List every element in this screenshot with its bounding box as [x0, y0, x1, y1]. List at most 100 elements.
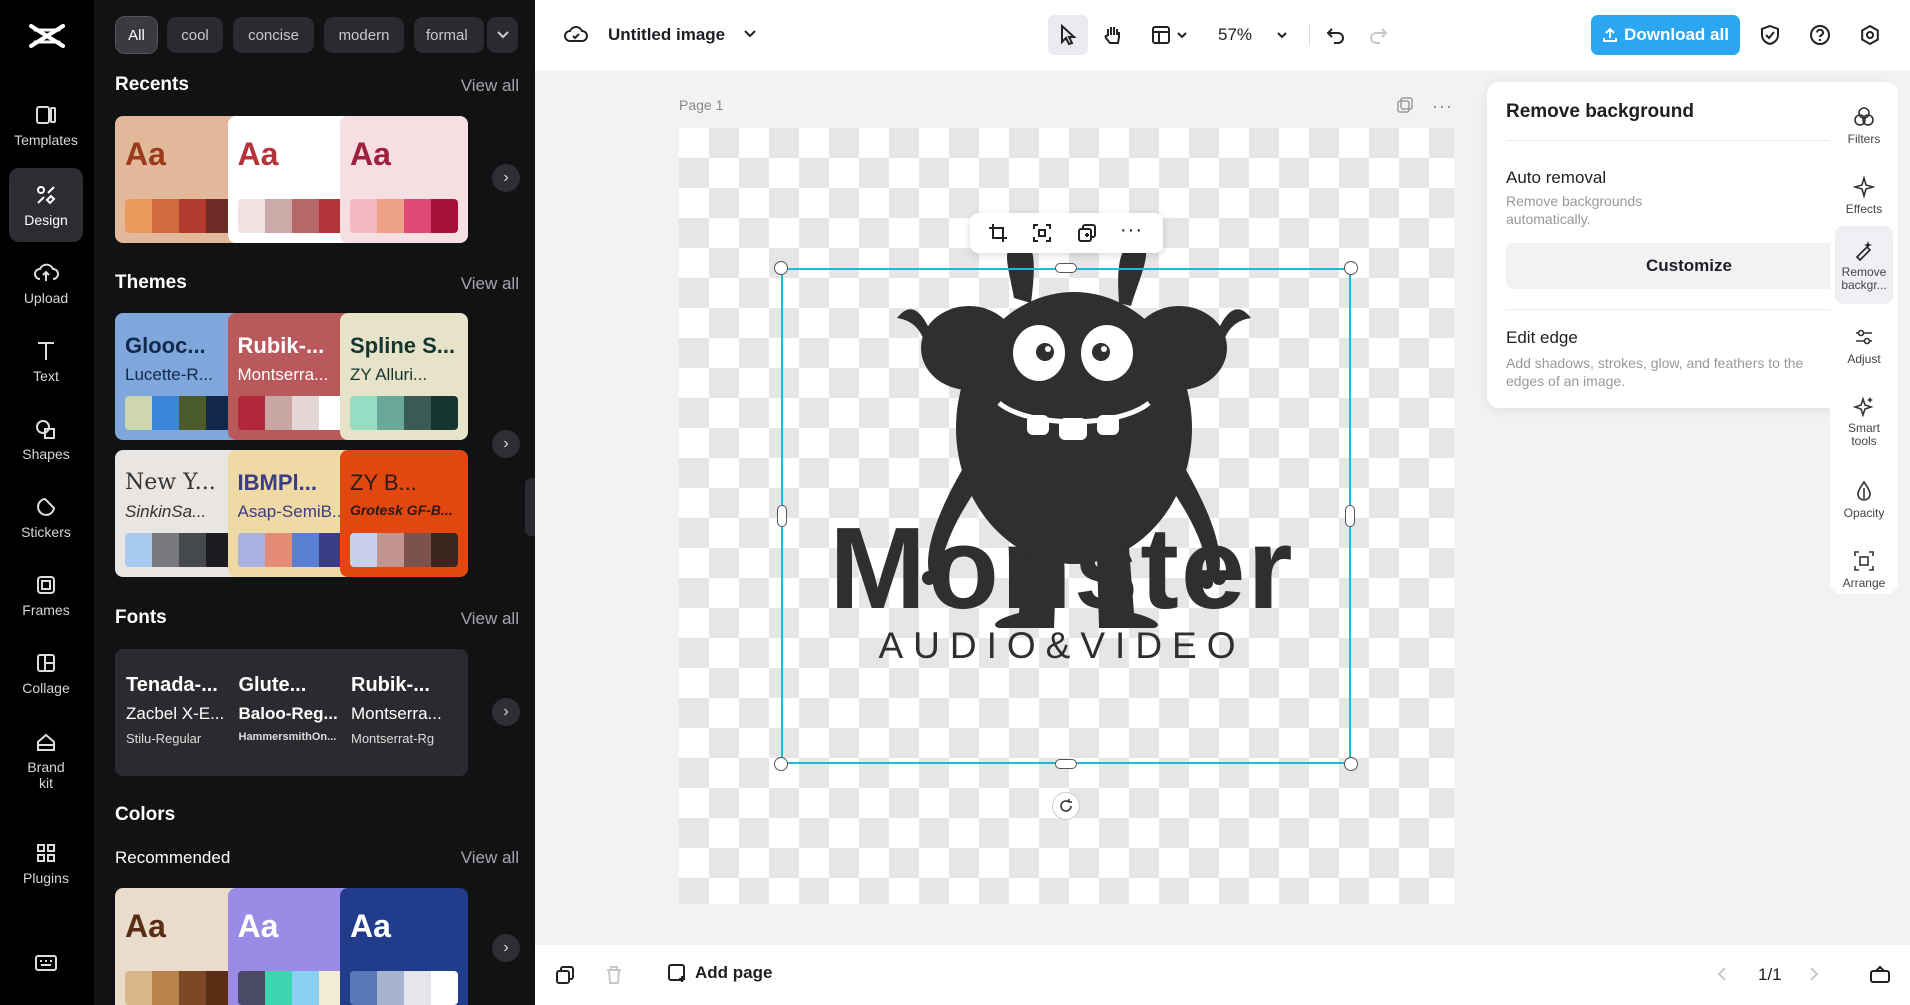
- tool-remove-background[interactable]: Remove backgr...: [1835, 226, 1893, 304]
- crop-icon[interactable]: [988, 223, 1008, 243]
- themes-next-button[interactable]: ›: [492, 430, 520, 458]
- tool-adjust[interactable]: Adjust: [1835, 312, 1893, 380]
- tool-arrange[interactable]: Arrange: [1835, 536, 1893, 604]
- theme-card[interactable]: ZY B... Grotesk GF-B...: [340, 450, 468, 577]
- rail-item-plugins[interactable]: Plugins: [9, 826, 83, 900]
- page-more-icon[interactable]: ···: [1432, 96, 1453, 117]
- rotate-handle[interactable]: [1052, 792, 1080, 820]
- rail-item-frames[interactable]: Frames: [9, 558, 83, 632]
- design-panel: All cool concise modern formal Recents V…: [94, 0, 535, 1005]
- filter-chip-all[interactable]: All: [115, 16, 158, 54]
- prev-page-icon[interactable]: [1716, 966, 1728, 982]
- capcut-logo-icon[interactable]: [27, 20, 67, 52]
- resize-handle-top-left[interactable]: [774, 261, 788, 275]
- theme-card[interactable]: New Y... SinkinSa...: [115, 450, 243, 577]
- fonts-view-all[interactable]: View all: [461, 609, 519, 629]
- selection-box[interactable]: [781, 268, 1351, 764]
- hand-tool-button[interactable]: [1093, 15, 1133, 55]
- customize-button[interactable]: Customize: [1506, 243, 1872, 289]
- style-card[interactable]: Aa: [115, 116, 243, 243]
- rail-item-brand-kit[interactable]: Brand kit: [9, 718, 83, 802]
- resize-handle-top[interactable]: [1055, 263, 1077, 273]
- add-frame-icon[interactable]: [555, 965, 575, 985]
- recents-view-all[interactable]: View all: [461, 76, 519, 96]
- filter-chip-modern[interactable]: modern: [324, 17, 404, 53]
- keyboard-shortcuts-icon[interactable]: [34, 953, 58, 973]
- document-title[interactable]: Untitled image: [608, 25, 725, 45]
- redo-button[interactable]: [1360, 15, 1396, 55]
- rail-item-upload[interactable]: Upload: [9, 246, 83, 320]
- pages-panel-icon[interactable]: [1869, 964, 1891, 984]
- theme-card[interactable]: Rubik-... Montserra...: [227, 313, 356, 440]
- resize-handle-top-right[interactable]: [1344, 261, 1358, 275]
- rail-label: Plugins: [23, 869, 69, 886]
- color-swatches: [350, 971, 458, 1005]
- theme-card[interactable]: Spline S... ZY Alluri...: [340, 313, 468, 440]
- colors-next-button[interactable]: ›: [492, 934, 520, 962]
- tool-filters[interactable]: Filters: [1835, 92, 1893, 160]
- recents-next-button[interactable]: ›: [492, 164, 520, 192]
- rail-item-text[interactable]: Text: [9, 324, 83, 398]
- undo-button[interactable]: [1318, 15, 1354, 55]
- style-card[interactable]: Aa: [115, 888, 243, 1005]
- security-button[interactable]: [1752, 15, 1788, 55]
- rail-item-shapes[interactable]: Shapes: [9, 402, 83, 476]
- download-all-button[interactable]: Download all: [1591, 15, 1740, 55]
- filter-chip-concise[interactable]: concise: [233, 17, 314, 53]
- style-card[interactable]: Aa: [340, 116, 468, 243]
- rail-item-stickers[interactable]: Stickers: [9, 480, 83, 554]
- rail-item-design[interactable]: Design: [9, 168, 83, 242]
- color-swatch: [291, 396, 319, 430]
- settings-button[interactable]: [1852, 15, 1888, 55]
- duplicate-icon[interactable]: [1077, 223, 1097, 243]
- rail-item-templates[interactable]: Templates: [9, 88, 83, 162]
- cloud-save-icon[interactable]: [564, 24, 588, 46]
- theme-card[interactable]: Glooc... Lucette-R...: [115, 313, 243, 440]
- fonts-next-button[interactable]: ›: [492, 698, 520, 726]
- tool-effects[interactable]: Effects: [1835, 162, 1893, 230]
- plugins-icon: [37, 843, 55, 862]
- colors-view-all[interactable]: View all: [461, 848, 519, 868]
- smart-select-icon[interactable]: [1032, 223, 1052, 243]
- resize-handle-bottom-right[interactable]: [1344, 757, 1358, 771]
- font-card[interactable]: Tenada-... Zacbel X-E... Stilu-Regular: [115, 649, 243, 776]
- add-page-button[interactable]: Add page: [667, 963, 772, 983]
- resize-handle-bottom[interactable]: [1055, 759, 1077, 769]
- tool-smart-tools[interactable]: Smart tools: [1835, 382, 1893, 460]
- zoom-control[interactable]: 57%: [1208, 15, 1298, 55]
- select-tool-button[interactable]: [1048, 15, 1088, 55]
- delete-page-icon[interactable]: [605, 965, 623, 985]
- color-swatch: [125, 396, 152, 430]
- theme-card[interactable]: IBMPl... Asap-SemiB...: [227, 450, 356, 577]
- rail-item-collage[interactable]: Collage: [9, 636, 83, 710]
- help-button[interactable]: [1802, 15, 1838, 55]
- filter-chip-cool[interactable]: cool: [167, 17, 223, 53]
- rail-label: Collage: [22, 679, 70, 696]
- edit-edge-row[interactable]: Edit edge Add shadows, strokes, glow, an…: [1506, 328, 1866, 389]
- color-swatch: [377, 971, 404, 1005]
- next-page-icon[interactable]: [1808, 966, 1820, 982]
- font-card[interactable]: Rubik-... Montserra... Montserrat-Rg: [340, 649, 468, 776]
- font-card[interactable]: Glute... Baloo-Reg... HammersmithOn...: [227, 649, 356, 776]
- duplicate-page-icon[interactable]: [1396, 96, 1414, 114]
- tool-opacity[interactable]: Opacity: [1835, 466, 1893, 534]
- style-card[interactable]: Aa: [227, 116, 356, 243]
- style-card[interactable]: Aa: [340, 888, 468, 1005]
- color-swatch: [404, 396, 431, 430]
- resize-handle-bottom-left[interactable]: [774, 757, 788, 771]
- recommended-heading: Recommended: [115, 848, 231, 867]
- filters-expand-button[interactable]: [487, 17, 518, 53]
- filter-chip-formal[interactable]: formal: [414, 17, 484, 53]
- layout-menu-button[interactable]: [1144, 15, 1194, 55]
- panel-collapse-handle[interactable]: [525, 478, 535, 536]
- resize-handle-right[interactable]: [1345, 505, 1355, 527]
- color-swatch: [152, 199, 179, 233]
- resize-handle-left[interactable]: [777, 505, 787, 527]
- title-menu-chevron-icon[interactable]: [743, 29, 757, 39]
- more-options-icon[interactable]: ···: [1120, 219, 1143, 242]
- brand-kit-icon: [37, 733, 55, 751]
- zoom-level: 57%: [1217, 25, 1253, 44]
- themes-view-all[interactable]: View all: [461, 274, 519, 294]
- style-card[interactable]: Aa: [227, 888, 356, 1005]
- tool-label: Adjust: [1847, 352, 1881, 366]
